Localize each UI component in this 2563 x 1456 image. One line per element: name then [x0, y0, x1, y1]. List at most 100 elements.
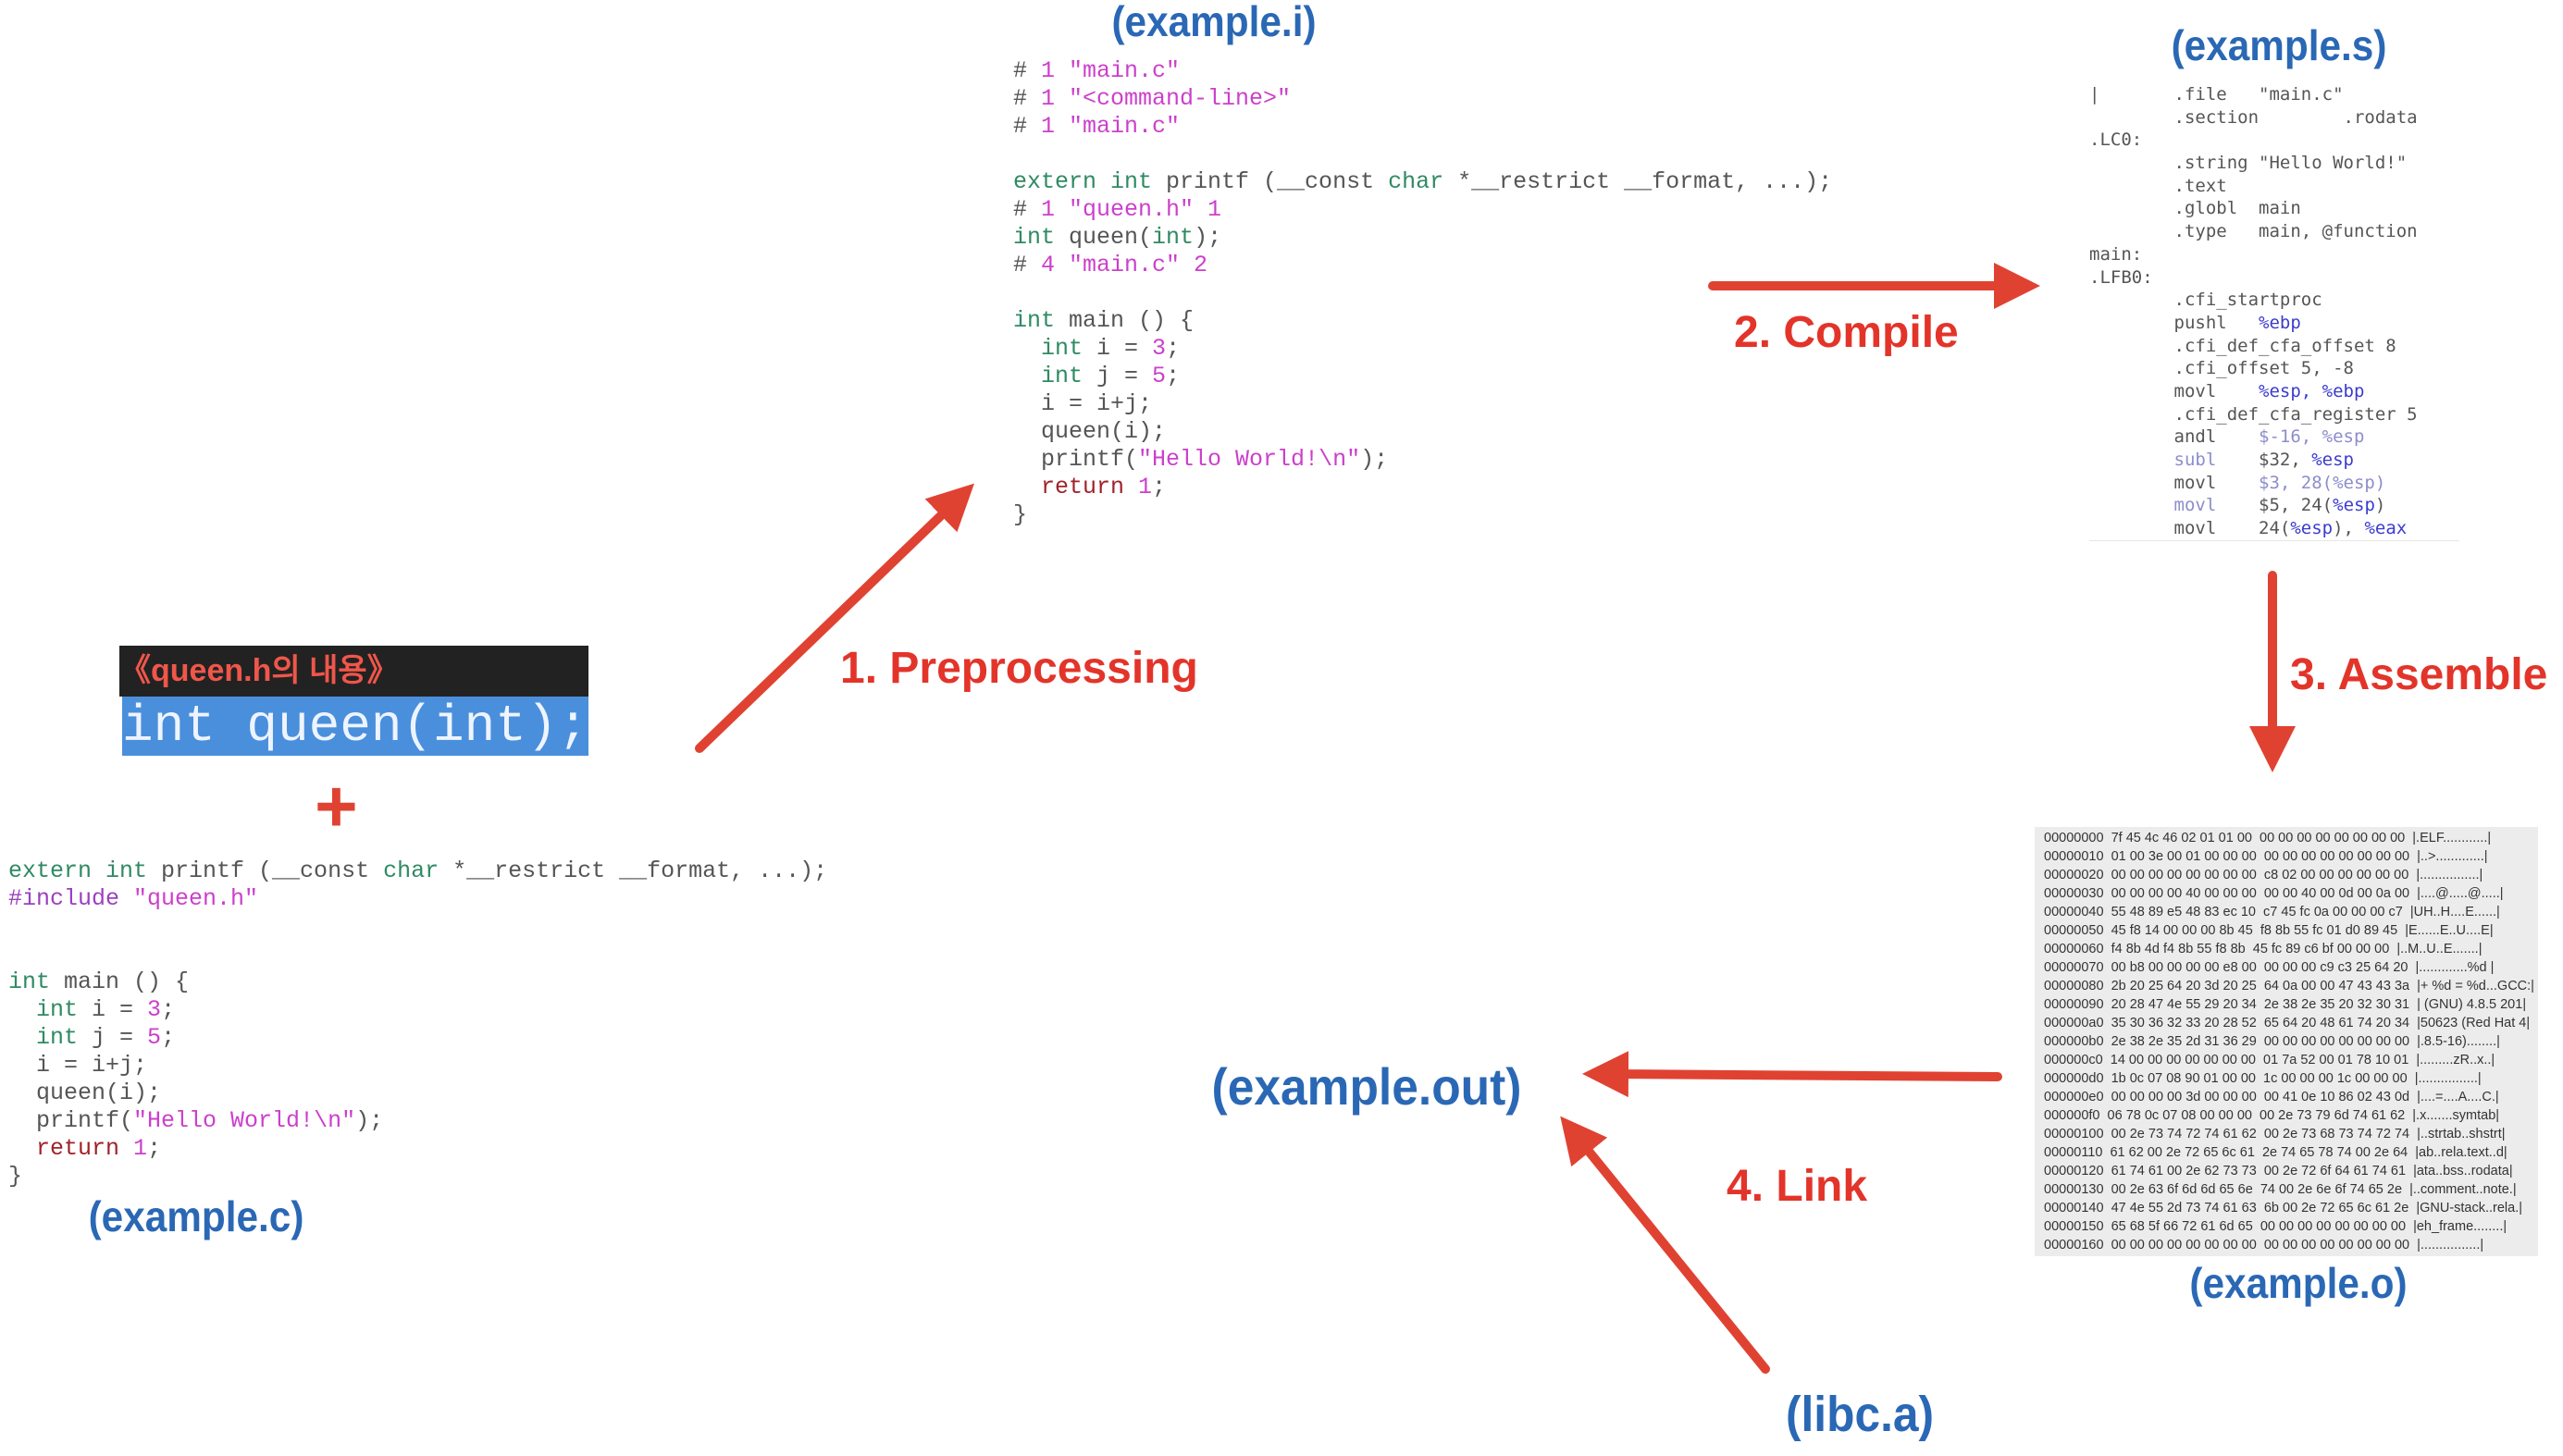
hex-row: 00000070 00 b8 00 00 00 00 e8 00 00 00 0…: [2044, 960, 2495, 975]
code-token: #: [1013, 57, 1042, 84]
code-token: ;: [161, 1024, 176, 1051]
code-token: *__restrict __format, ...);: [439, 858, 828, 884]
hex-row: 00000160 00 00 00 00 00 00 00 00 00 00 0…: [2044, 1238, 2484, 1252]
link-arrow: [1582, 1051, 2002, 1098]
code-line: .section .rodata: [2089, 106, 2459, 130]
code-token: return: [1041, 474, 1125, 500]
code-token: %esp: [2311, 450, 2354, 470]
code-token: i =: [1083, 335, 1153, 362]
code-token: andl: [2089, 426, 2260, 448]
code-line: }: [1013, 501, 1832, 529]
code-line: return 1;: [1013, 474, 1832, 501]
code-token: i =: [78, 996, 148, 1023]
queen-h-content: int queen(int);: [122, 697, 589, 756]
hex-row: 00000010 01 00 3e 00 01 00 00 00 00 00 0…: [2044, 849, 2488, 864]
code-line: # 1 "main.c": [1013, 57, 1832, 85]
code-token: return: [36, 1135, 120, 1162]
code-token: #: [1013, 113, 1042, 140]
code-token: $5, 24(: [2216, 495, 2334, 516]
code-token: int: [1152, 224, 1195, 251]
code-token: .cfi_def_cfa_register 5: [2089, 403, 2418, 425]
code-token: movl: [2173, 495, 2217, 516]
code-token: .LFB0:: [2089, 266, 2153, 288]
code-line: printf("Hello World!\n");: [1013, 446, 1832, 474]
code-token: %esp: [2290, 518, 2334, 539]
example-o-title: (example.o): [2189, 1259, 2408, 1307]
code-line: # 1 "<command-line>": [1013, 85, 1832, 113]
queen-h-box: 《queen.h의 내용》 int queen(int);: [119, 646, 588, 756]
code-line: .cfi_def_cfa_register 5: [2089, 403, 2459, 426]
code-line: return 1;: [8, 1135, 827, 1163]
code-token: int: [1041, 363, 1083, 389]
code-token: char: [1388, 168, 1444, 195]
hex-row: 000000a0 35 30 36 32 33 20 28 52 65 64 2…: [2044, 1016, 2531, 1030]
code-line: .cfi_offset 5, -8: [2089, 357, 2459, 380]
code-line: .type main, @function: [2089, 220, 2459, 243]
code-line: int j = 5;: [1013, 363, 1832, 390]
code-token: .cfi_offset 5, -8: [2089, 358, 2354, 379]
code-token: );: [355, 1107, 384, 1134]
code-token: }: [8, 1163, 23, 1190]
code-line: pushl %ebp: [2089, 312, 2459, 335]
code-token: 5: [147, 1024, 162, 1051]
code-token: ;: [1152, 474, 1167, 500]
libc-title: (libc.a): [1785, 1387, 1935, 1442]
code-token: printf (__const: [147, 858, 384, 884]
code-line: # 1 "main.c": [1013, 113, 1832, 141]
code-line: int i = 3;: [8, 996, 827, 1024]
code-token: printf(: [1013, 446, 1139, 473]
code-token: 4 "main.c" 2: [1041, 252, 1208, 278]
code-token: movl: [2089, 472, 2260, 493]
code-token: extern int: [1013, 168, 1153, 195]
code-token: ;: [1166, 335, 1181, 362]
code-line: | .file "main.c": [2089, 83, 2459, 106]
code-line: extern int printf (__const char *__restr…: [1013, 168, 1832, 196]
code-token: queen(i);: [8, 1080, 162, 1106]
code-token: #: [1013, 196, 1042, 223]
code-token: queen(: [1055, 224, 1153, 251]
code-line: int queen(int);: [1013, 224, 1832, 252]
hex-row: 00000120 61 74 61 00 2e 62 73 73 00 2e 7…: [2044, 1164, 2513, 1178]
code-line: i = i+j;: [8, 1052, 827, 1080]
code-line: }: [8, 1163, 827, 1191]
code-line: movl 24(%esp), %eax: [2089, 517, 2459, 540]
step-assemble-label: 3. Assemble: [2290, 650, 2548, 699]
code-line: .cfi_startproc: [2089, 289, 2459, 312]
example-i-title: (example.i): [1111, 0, 1317, 45]
code-token: int: [36, 1024, 79, 1051]
code-token: 1: [1138, 474, 1153, 500]
code-token: main () {: [1055, 307, 1195, 334]
code-token: %esp: [2333, 495, 2375, 516]
example-c-title: (example.c): [88, 1192, 304, 1240]
code-token: 1 "queen.h" 1: [1041, 196, 1222, 223]
code-line: i = i+j;: [1013, 390, 1832, 418]
code-token: 1: [133, 1135, 148, 1162]
code-token: .LC0:: [2089, 130, 2143, 151]
hex-row: 00000140 47 4e 55 2d 73 74 61 63 6b 00 2…: [2044, 1201, 2523, 1215]
code-line: andl $-16, %esp: [2089, 426, 2459, 449]
code-token: printf(: [8, 1107, 134, 1134]
code-token: 5: [1152, 363, 1167, 389]
code-line: .cfi_def_cfa_offset 8: [2089, 335, 2459, 358]
code-line: movl $3, 28(%esp): [2089, 472, 2459, 495]
code-token: ;: [161, 996, 176, 1023]
code-line: .text: [2089, 175, 2459, 198]
code-token: ),: [2333, 518, 2365, 539]
example-s-code: | .file "main.c" .section .rodata .LC0: .…: [2089, 83, 2459, 541]
code-token: "Hello World!\n": [1138, 446, 1361, 473]
code-token: char: [383, 858, 440, 884]
code-line: queen(i);: [8, 1080, 827, 1107]
code-token: int: [1013, 224, 1056, 251]
code-line: int j = 5;: [8, 1024, 827, 1052]
code-line: subl $32, %esp: [2089, 449, 2459, 472]
hex-row: 000000b0 2e 38 2e 35 2d 31 36 29 00 00 0…: [2044, 1034, 2500, 1049]
hex-row: 00000090 20 28 47 4e 55 29 20 34 2e 38 2…: [2044, 997, 2527, 1012]
hex-row: 00000150 65 68 5f 66 72 61 6d 65 00 00 0…: [2044, 1219, 2507, 1234]
hex-row: 00000040 55 48 89 e5 48 83 ec 10 c7 45 f…: [2044, 905, 2500, 919]
